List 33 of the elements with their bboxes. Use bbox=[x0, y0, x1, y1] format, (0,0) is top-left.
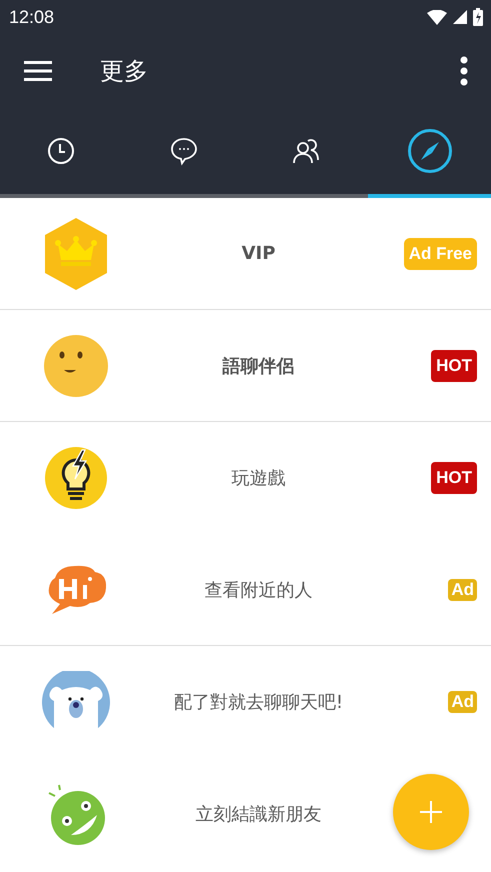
menu-icon[interactable] bbox=[24, 61, 52, 81]
tag: Ad Free bbox=[404, 238, 477, 270]
list-item[interactable]: 玩遊戲 HOT bbox=[0, 422, 491, 534]
add-button[interactable] bbox=[393, 774, 469, 850]
list-item[interactable]: VIP Ad Free bbox=[0, 198, 491, 310]
battery-icon bbox=[473, 8, 483, 26]
list-item[interactable]: 語聊伴侶 HOT bbox=[0, 310, 491, 422]
item-label: VIP bbox=[242, 243, 276, 264]
wifi-icon bbox=[427, 10, 447, 24]
item-label: 語聊伴侶 bbox=[222, 354, 294, 378]
chat-bubble-icon bbox=[169, 136, 200, 166]
item-label: 配了對就去聊聊天吧! bbox=[174, 690, 344, 714]
clock-icon bbox=[47, 137, 76, 165]
status-time: 12:08 bbox=[9, 6, 54, 28]
more-options-icon[interactable] bbox=[459, 56, 469, 86]
list-item[interactable]: 查看附近的人 Ad bbox=[0, 534, 491, 646]
tag: HOT bbox=[431, 462, 477, 494]
tag: Ad bbox=[448, 578, 477, 600]
item-label: 立刻結識新朋友 bbox=[196, 802, 322, 826]
plus-icon bbox=[420, 801, 442, 823]
smiley-icon bbox=[44, 334, 108, 396]
item-label: 玩遊戲 bbox=[232, 466, 286, 490]
signal-icon bbox=[453, 10, 467, 24]
people-icon bbox=[292, 137, 322, 165]
crown-icon bbox=[43, 216, 109, 290]
tag: Ad bbox=[448, 690, 477, 712]
lightbulb-icon bbox=[44, 446, 108, 510]
item-label: 查看附近的人 bbox=[204, 578, 312, 602]
tag: HOT bbox=[431, 350, 477, 382]
toolbar-title: 更多 bbox=[100, 56, 149, 87]
list-item[interactable]: 配了對就去聊聊天吧! Ad bbox=[0, 646, 491, 758]
compass-icon bbox=[406, 128, 453, 174]
list-item[interactable]: 立刻結識新朋友 bbox=[0, 758, 491, 870]
